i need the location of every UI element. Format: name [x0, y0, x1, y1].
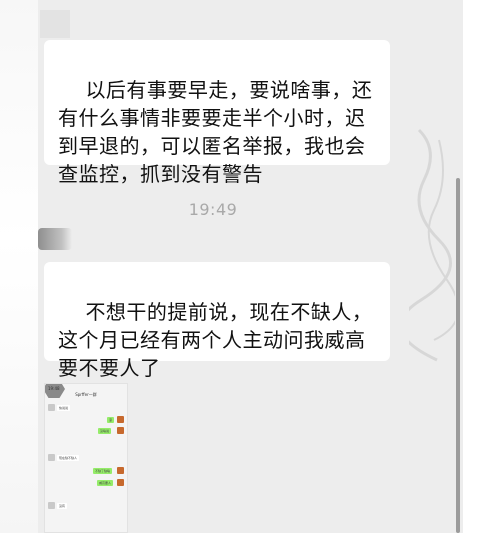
thumbnail-avatar: [48, 404, 55, 411]
chat-window[interactable]: 以后有事要早走，要说啥事，还有什么事情非要要走半个小时，迟到早退的，可以匿名举报…: [38, 0, 463, 533]
thumbnail-message: 现在缺不缺人: [57, 455, 80, 461]
thumbnail-avatar: [117, 416, 124, 423]
thumbnail-avatar: [117, 427, 124, 434]
thumbnail-avatar: [117, 467, 124, 474]
right-margin-background: [463, 0, 500, 533]
thumbnail-message: 不缺了缺啥: [93, 468, 113, 474]
thumbnail-status-time: 19:48: [48, 386, 60, 391]
message-bubble-received[interactable]: 不想干的提前说，现在不缺人，这个月已经有两个人主动问我威高要不要人了: [44, 262, 390, 380]
thumbnail-avatar: [48, 454, 55, 461]
scrollbar[interactable]: [456, 178, 460, 533]
thumbnail-avatar: [48, 502, 55, 509]
background-watermark-scribble: [409, 128, 455, 362]
sender-avatar[interactable]: [38, 228, 72, 250]
thumbnail-message: 没啥说: [98, 428, 112, 434]
image-message-thumbnail[interactable]: 19:48 Sprffer一群 快说说 滚 没啥说 现在缺不缺人 不缺了缺啥 威…: [44, 383, 128, 533]
message-text: 以后有事要早走，要说啥事，还有什么事情非要要走半个小时，迟到早退的，可以匿名举报…: [58, 78, 373, 186]
thumbnail-message: 没有: [57, 503, 68, 509]
message-text: 不想干的提前说，现在不缺人，这个月已经有两个人主动问我威高要不要人了: [58, 300, 373, 380]
thumbnail-chat-title: Sprffer一群: [75, 392, 97, 397]
thumbnail-message: 威高要人: [97, 480, 114, 486]
message-timestamp: 19:49: [188, 200, 238, 219]
message-bubble-received[interactable]: 以后有事要早走，要说啥事，还有什么事情非要要走半个小时，迟到早退的，可以匿名举报…: [44, 40, 390, 186]
left-margin-background: [0, 0, 38, 533]
avatar-placeholder: [40, 10, 70, 38]
thumbnail-message: 快说说: [57, 405, 71, 411]
thumbnail-message: 滚: [107, 417, 115, 423]
thumbnail-avatar: [117, 479, 124, 486]
